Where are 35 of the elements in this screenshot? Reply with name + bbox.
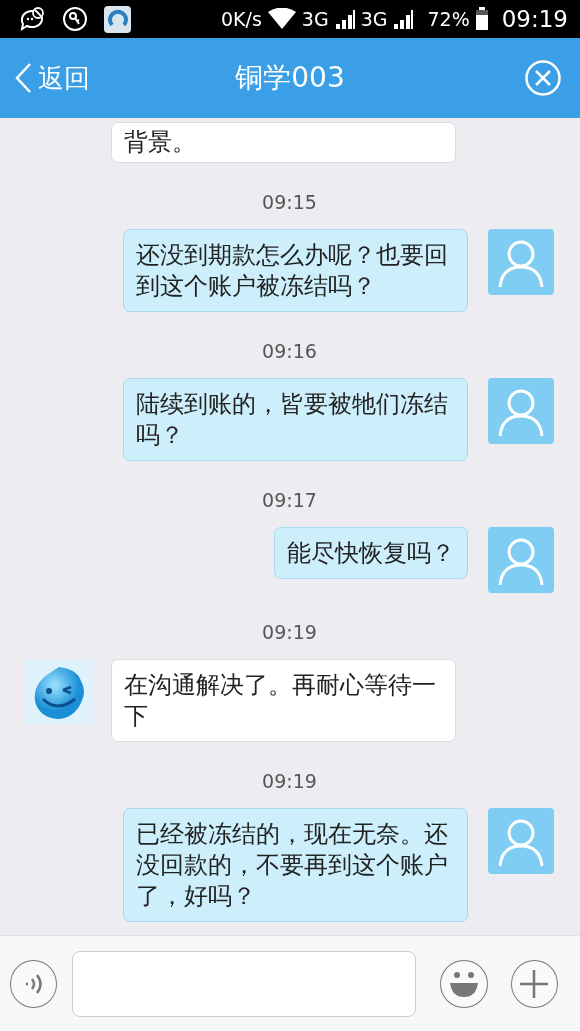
battery-percent: 72% <box>427 8 470 30</box>
close-icon <box>524 59 562 97</box>
app-icon <box>104 5 131 33</box>
avatar-person-icon <box>488 378 554 444</box>
message-time: 09:15 <box>262 190 317 215</box>
message-time: 09:19 <box>262 769 317 794</box>
message-time: 09:19 <box>262 620 317 645</box>
message-bubble: 陆续到账的，皆要被牠们冻结吗？ <box>123 378 468 461</box>
chat-title: 铜学003 <box>235 61 345 94</box>
network-speed: 0K/s <box>221 8 262 30</box>
chat-blocked-icon <box>18 6 46 32</box>
message-bubble: 已经被冻结的，现在无奈。还没回款的，不要再到这个账户了，好吗？ <box>123 808 468 922</box>
message-time: 09:16 <box>262 339 317 364</box>
wifi-icon <box>266 8 297 30</box>
message-bubble: 还没到期款怎么办呢？也要回到这个账户被冻结吗？ <box>123 229 468 312</box>
chevron-left-icon <box>14 62 32 94</box>
network-type: 3G <box>301 8 329 30</box>
message-bubble: 在沟通解决了。再耐心等待一下 <box>111 659 456 742</box>
message-time: 09:17 <box>262 488 317 513</box>
signal-icon <box>333 8 356 30</box>
message-bubble: 能尽快恢复吗？ <box>274 527 468 579</box>
message-bubble: 背景。 <box>111 122 456 163</box>
emoji-button[interactable] <box>440 959 488 1008</box>
signal-icon <box>392 8 415 30</box>
message-input[interactable] <box>72 950 417 1017</box>
avatar-person-icon <box>488 527 554 593</box>
key-circle-icon <box>62 6 88 32</box>
avatar-person-icon <box>488 229 554 295</box>
back-button[interactable]: 返回 <box>10 56 94 100</box>
network-type: 3G <box>360 8 388 30</box>
avatar-person-icon <box>488 808 554 874</box>
clock-time: 09:19 <box>501 6 568 32</box>
plus-icon <box>519 968 550 999</box>
battery-icon <box>474 7 489 31</box>
mascot-avatar-icon <box>25 659 93 725</box>
